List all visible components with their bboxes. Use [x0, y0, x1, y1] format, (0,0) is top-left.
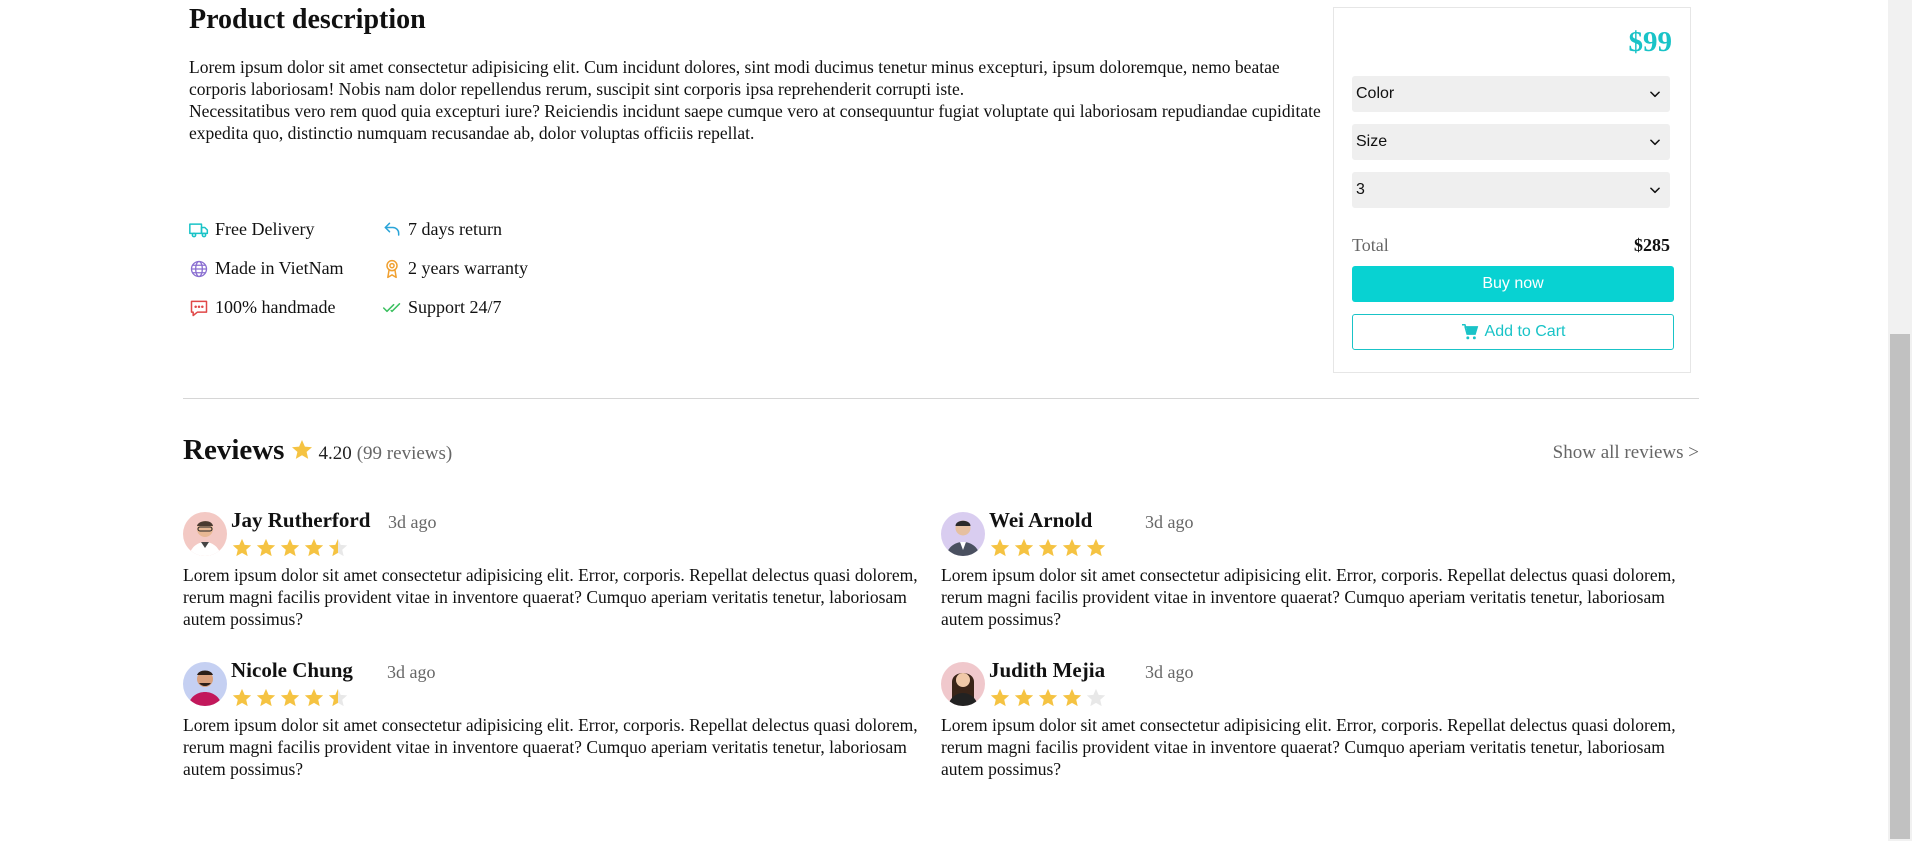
star-icon: [990, 538, 1010, 557]
avatar: [183, 512, 227, 556]
price: $99: [1628, 26, 1673, 58]
quantity-select-value: 3: [1356, 181, 1365, 198]
reviewer-name: Nicole Chung: [231, 658, 353, 682]
show-all-reviews-link[interactable]: Show all reviews >: [1553, 442, 1699, 464]
review-text: Lorem ipsum dolor sit amet consectetur a…: [183, 565, 918, 629]
review-text: Lorem ipsum dolor sit amet consectetur a…: [183, 715, 918, 779]
star-icon: [304, 688, 324, 707]
feature-100-handmade: 100% handmade: [189, 296, 382, 319]
star-icon: [280, 688, 300, 707]
feature-label: 2 years warranty: [408, 258, 528, 278]
buy-now-button[interactable]: Buy now: [1352, 266, 1674, 302]
rating-count: (99 reviews): [356, 443, 453, 464]
star-icon: [328, 688, 348, 707]
feature-support-24-7: Support 24/7: [382, 296, 582, 319]
double-check-icon: [382, 298, 408, 318]
total-label: Total: [1352, 235, 1389, 255]
star-icon: [1038, 538, 1058, 557]
star-icon: [256, 688, 276, 707]
reviews-header: Reviews 4.20 (99 reviews): [183, 434, 452, 467]
cart-icon: [1461, 324, 1478, 340]
review-stars: [989, 687, 1107, 709]
scrollbar-thumb[interactable]: [1890, 334, 1910, 839]
add-to-cart-label: Add to Cart: [1484, 323, 1566, 340]
feature-2-years-warranty: 2 years warranty: [382, 257, 582, 280]
review-time: 3d ago: [387, 662, 436, 682]
star-icon: [1086, 688, 1106, 707]
star-icon: [1014, 538, 1034, 557]
feature-label: 7 days return: [408, 219, 502, 239]
star-icon: [1086, 538, 1106, 557]
star-icon: [304, 538, 324, 557]
feature-label: 100% handmade: [215, 297, 336, 317]
review-time: 3d ago: [388, 512, 437, 532]
feature-free-delivery: Free Delivery: [189, 218, 382, 241]
star-icon: [1062, 688, 1082, 707]
description-paragraph: Lorem ipsum dolor sit amet consectetur a…: [189, 57, 1280, 99]
add-to-cart-button[interactable]: Add to Cart: [1352, 314, 1674, 350]
size-select[interactable]: Size: [1352, 124, 1670, 160]
size-select-value: Size: [1356, 133, 1388, 150]
star-icon: [232, 688, 252, 707]
avatar: [941, 512, 985, 556]
review-text: Lorem ipsum dolor sit amet consectetur a…: [941, 565, 1676, 629]
feature-label: Made in VietNam: [215, 258, 344, 278]
reviewer-name: Wei Arnold: [989, 508, 1093, 532]
product-description-text: Lorem ipsum dolor sit amet consectetur a…: [189, 56, 1339, 144]
star-icon: [232, 538, 252, 557]
star-icon: [1062, 538, 1082, 557]
buy-panel: $99 Color Size 3 Total $285 Buy now Add …: [1333, 7, 1691, 373]
product-page: Product description Lorem ipsum dolor si…: [0, 0, 1888, 841]
total-row: Total $285: [1352, 235, 1670, 256]
star-icon: [328, 538, 348, 557]
feature-made-in-vietnam: Made in VietNam: [189, 257, 382, 280]
star-icon: [280, 538, 300, 557]
feature-label: Support 24/7: [408, 297, 502, 317]
avatar: [941, 662, 985, 706]
review-time: 3d ago: [1145, 662, 1194, 682]
quantity-select[interactable]: 3: [1352, 172, 1670, 208]
description-paragraph: Necessitatibus vero rem quod quia except…: [189, 101, 1321, 143]
feature-label: Free Delivery: [215, 219, 315, 239]
reviewer-name: Judith Mejia: [989, 658, 1106, 682]
chevron-down-icon: [1650, 187, 1660, 194]
star-icon: [256, 538, 276, 557]
chat-icon: [189, 298, 215, 318]
product-description-title: Product description: [189, 4, 426, 35]
review-stars: [231, 687, 349, 709]
chevron-down-icon: [1650, 139, 1660, 146]
review-stars: [231, 537, 349, 559]
review-stars: [989, 537, 1107, 559]
total-value: $285: [1634, 235, 1670, 255]
rating-average: 4.20: [318, 443, 352, 464]
feature-list: Free Delivery 7 days return Made in Viet…: [189, 218, 582, 319]
award-icon: [382, 259, 408, 279]
color-select[interactable]: Color: [1352, 76, 1670, 112]
truck-icon: [189, 220, 215, 240]
reviewer-name: Jay Rutherford: [231, 508, 371, 532]
star-icon: [1038, 688, 1058, 707]
avatar: [183, 662, 227, 706]
reviews-title: Reviews: [183, 434, 285, 466]
page-scrollbar[interactable]: [1888, 0, 1912, 841]
star-icon: [292, 440, 313, 459]
section-divider: [183, 398, 1699, 399]
color-select-value: Color: [1356, 85, 1395, 102]
return-arrow-icon: [382, 220, 408, 240]
review-text: Lorem ipsum dolor sit amet consectetur a…: [941, 715, 1676, 779]
star-icon: [990, 688, 1010, 707]
star-icon: [1014, 688, 1034, 707]
review-time: 3d ago: [1145, 512, 1194, 532]
chevron-down-icon: [1650, 91, 1660, 98]
globe-icon: [189, 259, 215, 279]
feature-7-days-return: 7 days return: [382, 218, 582, 241]
